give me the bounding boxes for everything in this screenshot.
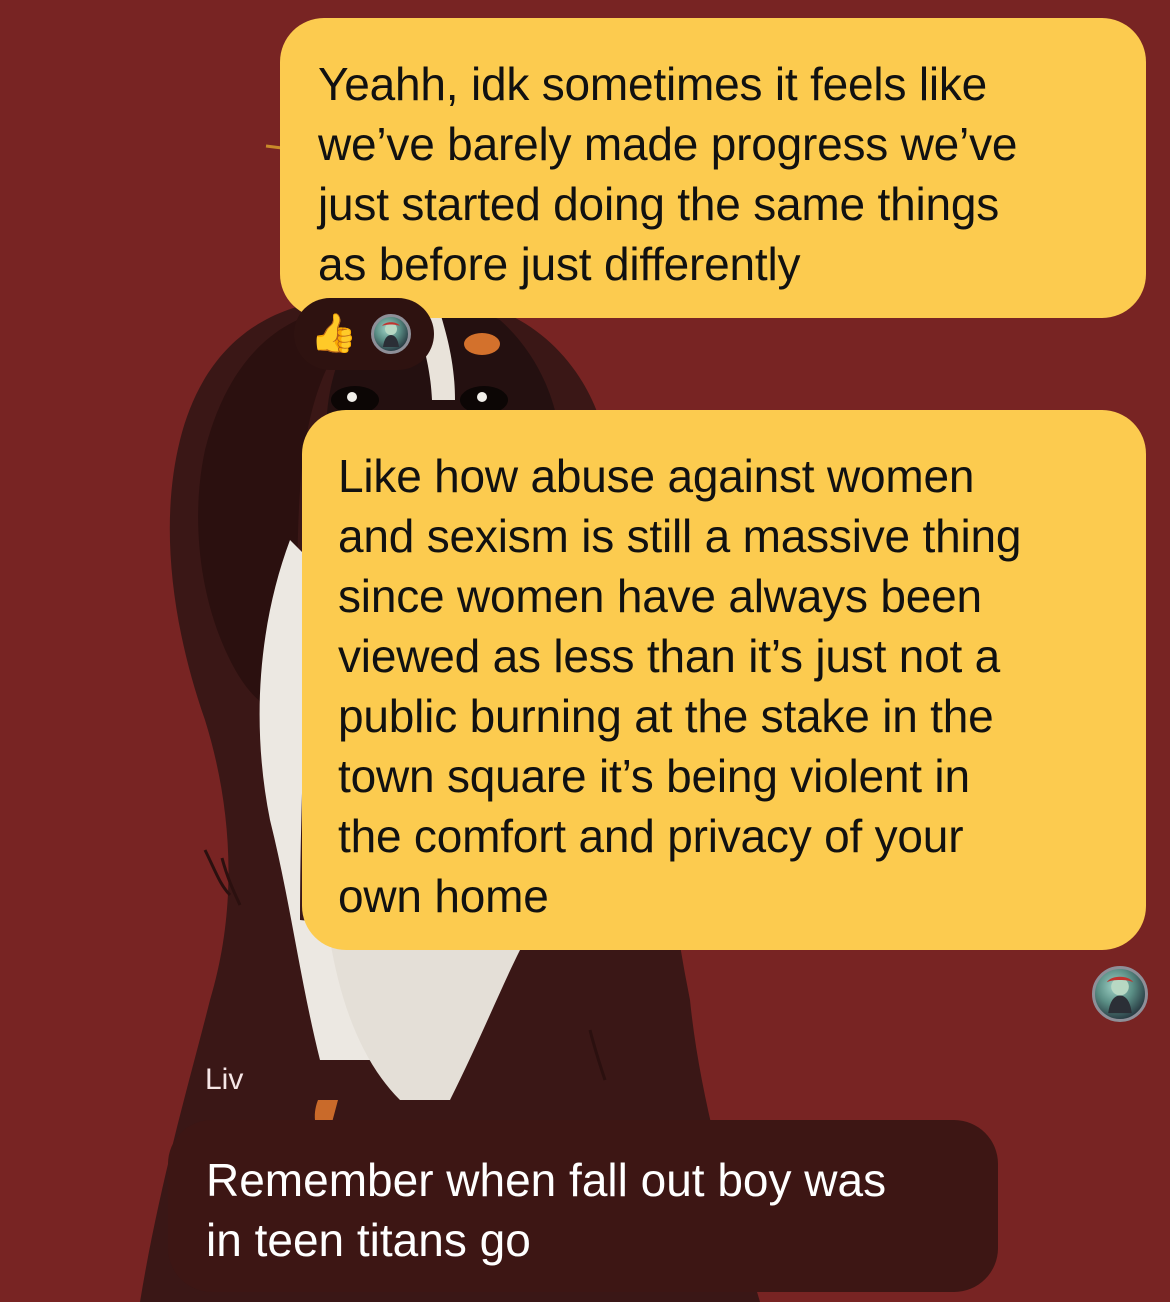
message-line: Yeahh, idk sometimes it feels like [318, 58, 988, 110]
message-line: the comfort and privacy of your [338, 810, 964, 862]
message-line: in teen titans go [206, 1214, 531, 1266]
message-reactions[interactable]: 👍 [294, 298, 434, 370]
thumbs-up-icon: 👍 [310, 313, 358, 355]
message-line: since women have always been [338, 570, 982, 622]
message-line: and sexism is still a massive thing [338, 510, 1022, 562]
avatar-image [1106, 976, 1134, 1014]
message-line: own home [338, 870, 549, 922]
message-line: viewed as less than it’s just not a [338, 630, 1001, 682]
incoming-message-bubble[interactable]: Remember when fall out boy was in teen t… [168, 1120, 998, 1292]
message-line: just started doing the same things [318, 178, 1000, 230]
message-line: public burning at the stake in the [338, 690, 994, 742]
outgoing-message-bubble[interactable]: Like how abuse against women and sexism … [302, 410, 1146, 950]
read-receipt-avatar [1092, 966, 1148, 1022]
outgoing-message-bubble[interactable]: Yeahh, idk sometimes it feels like we’ve… [280, 18, 1146, 318]
message-line: as before just differently [318, 238, 801, 290]
message-line: Like how abuse against women [338, 450, 975, 502]
reactor-avatar [371, 314, 412, 354]
sender-name: Liv [205, 1063, 244, 1096]
avatar-image [382, 322, 401, 347]
message-line: Remember when fall out boy was [206, 1154, 887, 1206]
message-line: we’ve barely made progress we’ve [318, 118, 1018, 170]
message-line: town square it’s being violent in [338, 750, 970, 802]
